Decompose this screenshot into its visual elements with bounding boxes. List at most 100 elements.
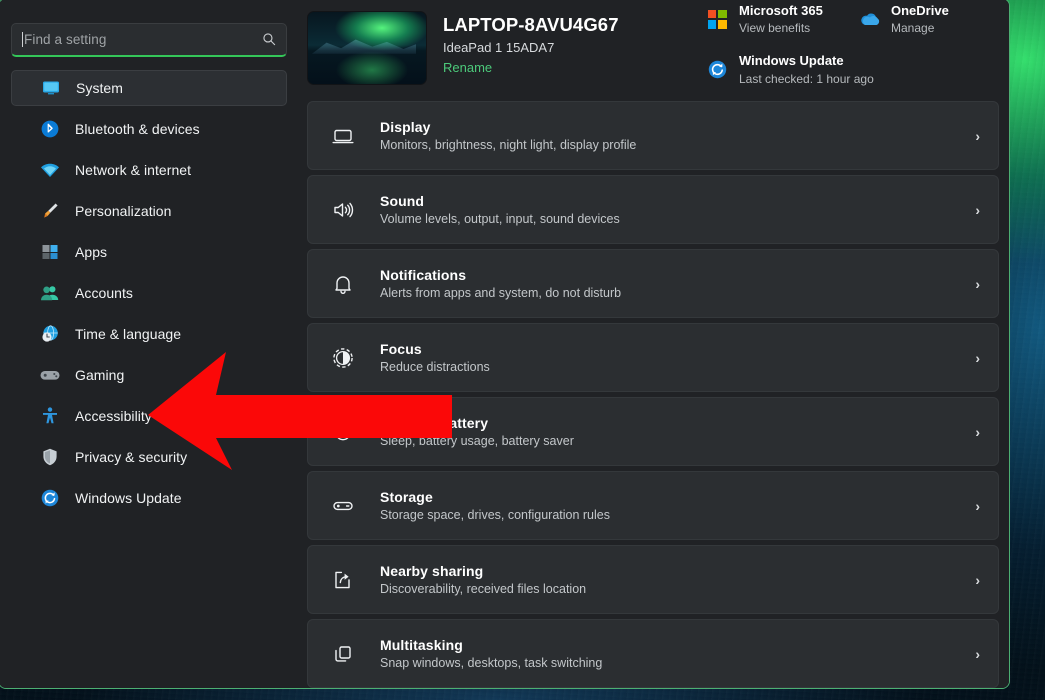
gamepad-icon <box>39 364 61 386</box>
quick-tile-title: OneDrive <box>891 3 949 19</box>
wifi-icon <box>39 159 61 181</box>
sidebar-item-network-internet[interactable]: Network & internet <box>11 152 287 188</box>
card-subtitle: Sleep, battery usage, battery saver <box>380 434 967 448</box>
chevron-right-icon: › <box>967 350 980 366</box>
settings-card-nearby-sharing[interactable]: Nearby sharing Discoverability, received… <box>307 545 999 614</box>
sidebar-item-privacy-security[interactable]: Privacy & security <box>11 439 287 475</box>
search-icon[interactable] <box>262 32 276 48</box>
quick-tile-onedrive[interactable]: OneDrive Manage <box>857 3 949 35</box>
card-title: Multitasking <box>380 637 967 653</box>
settings-card-focus[interactable]: Focus Reduce distractions › <box>307 323 999 392</box>
chevron-right-icon: › <box>967 424 980 440</box>
settings-card-power-battery[interactable]: Power & battery Sleep, battery usage, ba… <box>307 397 999 466</box>
card-subtitle: Alerts from apps and system, do not dist… <box>380 286 967 300</box>
card-title: Nearby sharing <box>380 563 967 579</box>
chevron-right-icon: › <box>967 128 980 144</box>
sidebar-item-gaming[interactable]: Gaming <box>11 357 287 393</box>
search-placeholder: Find a setting <box>24 32 262 47</box>
shield-icon <box>39 446 61 468</box>
card-subtitle: Volume levels, output, input, sound devi… <box>380 212 967 226</box>
sidebar-item-label: Network & internet <box>75 162 191 178</box>
quick-tile-title: Windows Update <box>739 53 874 69</box>
monitor-icon <box>40 77 62 99</box>
paintbrush-icon <box>39 200 61 222</box>
sidebar-item-system[interactable]: System <box>11 70 287 106</box>
bluetooth-icon <box>39 118 61 140</box>
quick-tiles-row-2: Windows Update Last checked: 1 hour ago <box>705 53 995 85</box>
settings-window: Find a setting System <box>0 0 1010 689</box>
text-caret <box>22 32 23 47</box>
sidebar-item-label: Privacy & security <box>75 449 187 465</box>
card-title: Notifications <box>380 267 967 283</box>
quick-tiles-row: Microsoft 365 View benefits OneDrive Man… <box>705 3 995 35</box>
card-title: Focus <box>380 341 967 357</box>
device-model: IdeaPad 1 15ADA7 <box>443 40 619 55</box>
quick-tile-subtitle: Manage <box>891 21 949 35</box>
chevron-right-icon: › <box>967 202 980 218</box>
settings-card-display[interactable]: Display Monitors, brightness, night ligh… <box>307 101 999 170</box>
card-title: Display <box>380 119 967 135</box>
focus-icon <box>328 343 358 373</box>
settings-card-sound[interactable]: Sound Volume levels, output, input, soun… <box>307 175 999 244</box>
sidebar-item-apps[interactable]: Apps <box>11 234 287 270</box>
sidebar-item-accounts[interactable]: Accounts <box>11 275 287 311</box>
monitor-outline-icon <box>328 121 358 151</box>
sidebar-item-label: Gaming <box>75 367 124 383</box>
accessibility-icon <box>39 405 61 427</box>
quick-tile-subtitle: View benefits <box>739 21 823 35</box>
sidebar-item-label: Accessibility <box>75 408 152 424</box>
settings-card-list: Display Monitors, brightness, night ligh… <box>307 101 999 688</box>
onedrive-cloud-icon <box>857 7 881 31</box>
chevron-right-icon: › <box>967 572 980 588</box>
sidebar-item-label: System <box>76 80 123 96</box>
device-thumbnail <box>307 11 427 85</box>
device-info: LAPTOP-8AVU4G67 IdeaPad 1 15ADA7 Rename <box>427 11 619 85</box>
quick-tiles: Microsoft 365 View benefits OneDrive Man… <box>705 3 995 86</box>
speaker-icon <box>328 195 358 225</box>
update-icon <box>705 57 729 81</box>
people-icon <box>39 282 61 304</box>
bell-icon <box>328 269 358 299</box>
card-subtitle: Monitors, brightness, night light, displ… <box>380 138 967 152</box>
sidebar-item-label: Time & language <box>75 326 181 342</box>
storage-icon <box>328 491 358 521</box>
quick-tile-title: Microsoft 365 <box>739 3 823 19</box>
settings-card-notifications[interactable]: Notifications Alerts from apps and syste… <box>307 249 999 318</box>
card-title: Power & battery <box>380 415 967 431</box>
card-title: Storage <box>380 489 967 505</box>
sidebar-item-bluetooth-devices[interactable]: Bluetooth & devices <box>11 111 287 147</box>
card-subtitle: Reduce distractions <box>380 360 967 374</box>
card-subtitle: Snap windows, desktops, task switching <box>380 656 967 670</box>
quick-tile-subtitle: Last checked: 1 hour ago <box>739 72 874 86</box>
search-field-wrapper: Find a setting <box>11 23 287 57</box>
search-input[interactable]: Find a setting <box>11 23 287 57</box>
sidebar-item-label: Windows Update <box>75 490 182 506</box>
power-icon <box>328 417 358 447</box>
multitasking-icon <box>328 639 358 669</box>
quick-tile-windows-update[interactable]: Windows Update Last checked: 1 hour ago <box>705 53 874 85</box>
sidebar-item-windows-update[interactable]: Windows Update <box>11 480 287 516</box>
quick-tile-microsoft-365[interactable]: Microsoft 365 View benefits <box>705 3 857 35</box>
sidebar: Find a setting System <box>0 0 299 688</box>
chevron-right-icon: › <box>967 646 980 662</box>
card-title: Sound <box>380 193 967 209</box>
main-content: LAPTOP-8AVU4G67 IdeaPad 1 15ADA7 Rename … <box>299 0 1009 688</box>
sidebar-nav-list: System Bluetooth & devices <box>0 70 299 516</box>
clock-globe-icon <box>39 323 61 345</box>
sidebar-item-label: Personalization <box>75 203 171 219</box>
settings-card-multitasking[interactable]: Multitasking Snap windows, desktops, tas… <box>307 619 999 688</box>
chevron-right-icon: › <box>967 498 980 514</box>
chevron-right-icon: › <box>967 276 980 292</box>
sidebar-item-personalization[interactable]: Personalization <box>11 193 287 229</box>
sidebar-item-time-language[interactable]: Time & language <box>11 316 287 352</box>
microsoft-logo-icon <box>705 7 729 31</box>
apps-icon <box>39 241 61 263</box>
device-name: LAPTOP-8AVU4G67 <box>443 14 619 36</box>
settings-card-storage[interactable]: Storage Storage space, drives, configura… <box>307 471 999 540</box>
sidebar-item-label: Accounts <box>75 285 133 301</box>
sidebar-item-accessibility[interactable]: Accessibility <box>11 398 287 434</box>
card-subtitle: Storage space, drives, configuration rul… <box>380 508 967 522</box>
rename-link[interactable]: Rename <box>443 60 619 75</box>
share-icon <box>328 565 358 595</box>
card-subtitle: Discoverability, received files location <box>380 582 967 596</box>
